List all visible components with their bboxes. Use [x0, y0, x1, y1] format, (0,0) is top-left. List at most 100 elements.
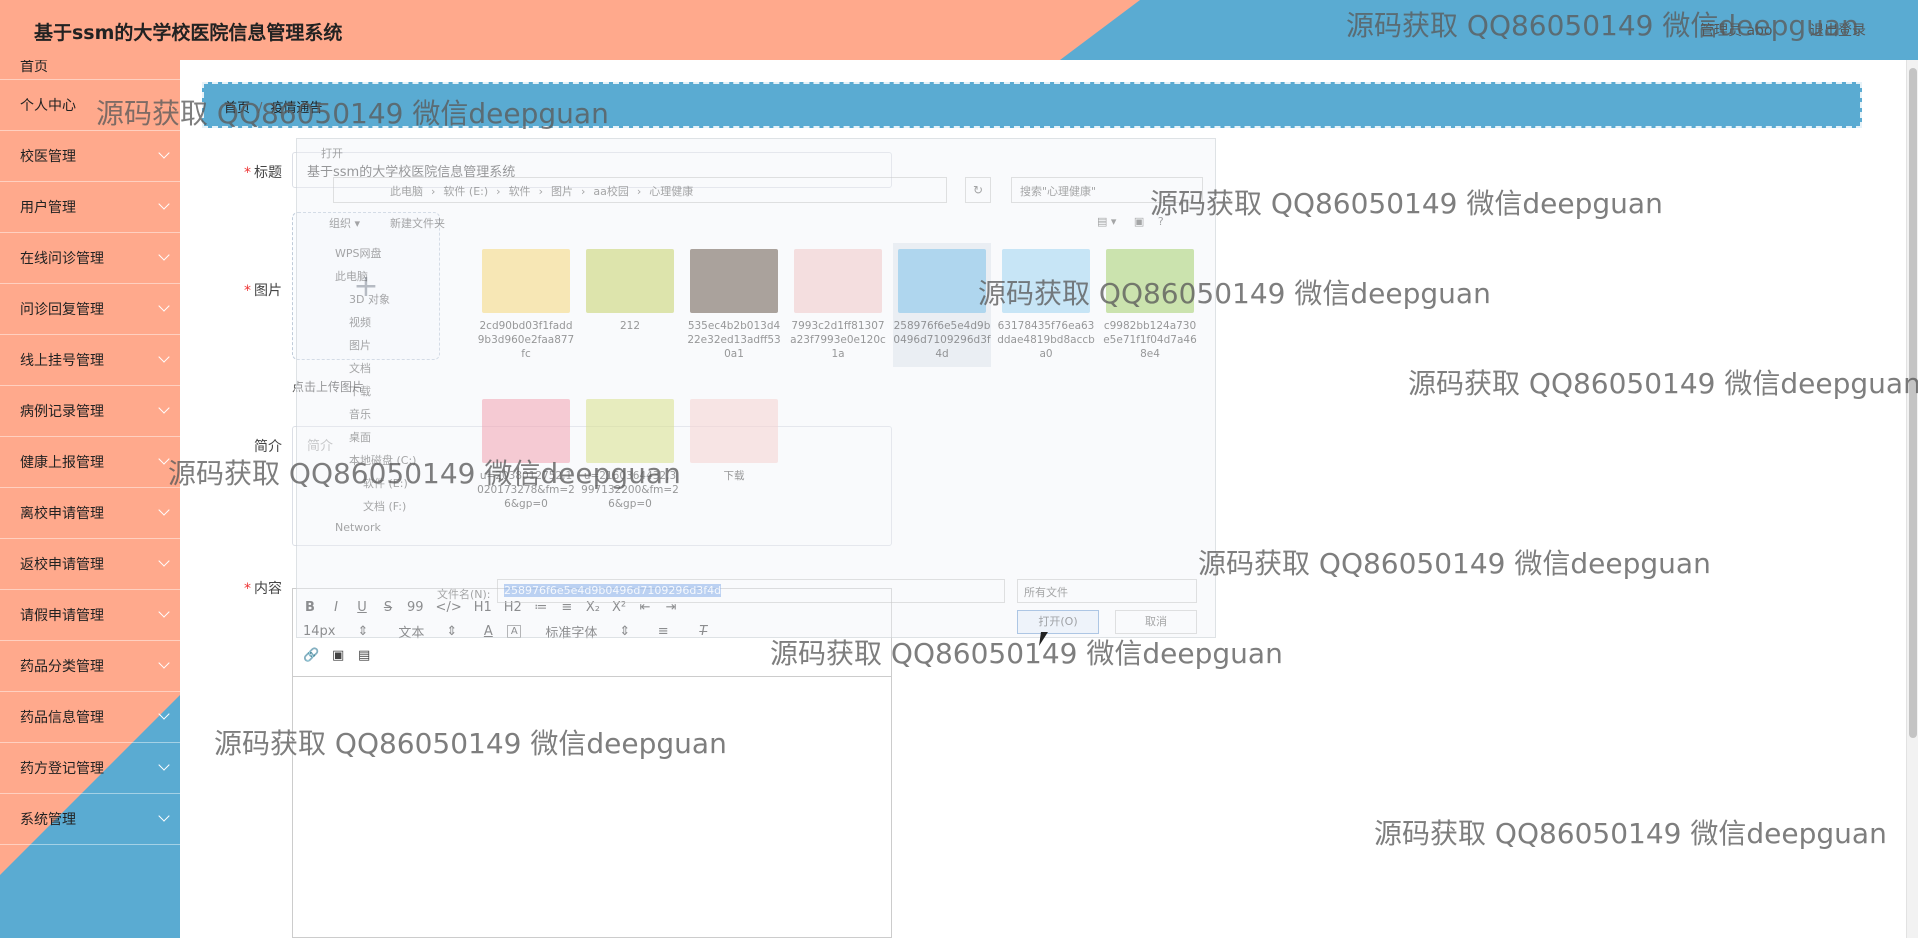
- path-segment[interactable]: 软件 (E:): [443, 185, 488, 198]
- sidebar-item[interactable]: 药品分类管理: [0, 641, 180, 692]
- sidebar-item[interactable]: 请假申请管理: [0, 590, 180, 641]
- breadcrumb-separator: /: [258, 101, 263, 116]
- logout-link[interactable]: 退出登录: [1810, 20, 1866, 40]
- nav-item[interactable]: Network: [317, 521, 457, 544]
- nav-item[interactable]: 图片: [317, 337, 457, 360]
- required-mark: *: [244, 283, 251, 299]
- file-item[interactable]: 535ec4b2b013d422e32ed13adff530a1: [685, 243, 783, 367]
- file-thumbnail: [586, 249, 674, 313]
- sidebar-item-label: 线上挂号管理: [20, 353, 104, 369]
- scrollbar-thumb[interactable]: [1909, 68, 1917, 738]
- open-button[interactable]: 打开(O): [1017, 610, 1099, 634]
- cancel-button[interactable]: 取消: [1115, 610, 1197, 634]
- new-folder-button[interactable]: 新建文件夹: [390, 217, 445, 230]
- nav-item[interactable]: 下载: [317, 383, 457, 406]
- sidebar-item-label: 返校申请管理: [20, 557, 104, 573]
- nav-item[interactable]: 音乐: [317, 406, 457, 429]
- nav-item[interactable]: 文档 (F:): [317, 498, 457, 521]
- nav-item[interactable]: 视频: [317, 314, 457, 337]
- chevron-down-icon: [158, 249, 170, 261]
- file-item[interactable]: 63178435f76ea63ddae4819bd8accba0: [997, 243, 1095, 367]
- nav-item[interactable]: 3D 对象: [317, 291, 457, 314]
- title-label-text: 标题: [254, 165, 282, 181]
- file-thumbnail: [794, 249, 882, 313]
- dialog-nav-pane: WPS网盘 此电脑 3D 对象 视频 图片 文档 下载 音乐 桌面 本地磁盘 (C:) 软件 (E:…: [317, 245, 457, 545]
- preview-pane-icon[interactable]: ▣: [1134, 215, 1144, 228]
- path-segment[interactable]: 此电脑: [390, 185, 423, 198]
- sidebar-item-label: 药品信息管理: [20, 710, 104, 726]
- sidebar-item-label: 校医管理: [20, 149, 76, 165]
- page-scrollbar[interactable]: [1906, 60, 1918, 938]
- sidebar-item[interactable]: 药方登记管理: [0, 743, 180, 794]
- title-label: * 标题: [202, 162, 282, 182]
- file-thumbnail: [482, 399, 570, 463]
- file-item[interactable]: 212: [581, 243, 679, 339]
- view-mode-icon[interactable]: ▤ ▾: [1097, 215, 1116, 228]
- sidebar-item[interactable]: 在线问诊管理: [0, 233, 180, 284]
- file-name: u=2038012752,1020173278&fm=26&gp=0: [477, 470, 575, 510]
- sidebar-item[interactable]: 系统管理: [0, 794, 180, 845]
- file-item[interactable]: u=2160364432,3997132200&fm=26&gp=0: [581, 393, 679, 517]
- sidebar-item[interactable]: 健康上报管理: [0, 437, 180, 488]
- file-item[interactable]: 258976f6e5e4d9b0496d7109296d3f4d: [893, 243, 991, 367]
- help-icon[interactable]: ?: [1158, 215, 1164, 228]
- filename-label: 文件名(N):: [437, 588, 491, 601]
- file-item[interactable]: 2cd90bd03f1fadd9b3d960e2faa877fc: [477, 243, 575, 367]
- file-name: 212: [619, 320, 641, 332]
- path-segment[interactable]: aa校园: [593, 185, 628, 198]
- sidebar-item[interactable]: 线上挂号管理: [0, 335, 180, 386]
- system-title: 基于ssm的大学校医院信息管理系统: [34, 22, 343, 44]
- sidebar-item[interactable]: 用户管理: [0, 182, 180, 233]
- address-bar[interactable]: 此电脑 › 软件 (E:) › 软件 › 图片 › aa校园 › 心理健康: [333, 177, 947, 203]
- organize-button[interactable]: 组织 ▾: [329, 217, 360, 230]
- file-thumbnail: [586, 399, 674, 463]
- chevron-down-icon: [158, 759, 170, 771]
- nav-item[interactable]: 本地磁盘 (C:): [317, 452, 457, 475]
- sidebar-item[interactable]: 个人中心: [0, 80, 180, 131]
- nav-item[interactable]: 此电脑: [317, 268, 457, 291]
- filetype-select[interactable]: 所有文件: [1017, 579, 1197, 603]
- file-item[interactable]: u=2038012752,1020173278&fm=26&gp=0: [477, 393, 575, 517]
- sidebar-item[interactable]: 首页: [0, 60, 180, 80]
- file-thumbnail: [690, 399, 778, 463]
- sidebar-item[interactable]: 病例记录管理: [0, 386, 180, 437]
- dialog-search-input[interactable]: 搜索"心理健康": [1011, 177, 1203, 203]
- file-thumbnail: [898, 249, 986, 313]
- file-thumbnail: [1106, 249, 1194, 313]
- chevron-down-icon: [158, 555, 170, 567]
- file-item[interactable]: c9982bb124a730e5e71f1f04d7a468e4: [1101, 243, 1199, 367]
- content-label-text: 内容: [254, 581, 282, 597]
- sidebar-item[interactable]: 离校申请管理: [0, 488, 180, 539]
- sidebar-item-label: 药品分类管理: [20, 659, 104, 675]
- chevron-down-icon: [158, 657, 170, 669]
- refresh-icon[interactable]: ↻: [965, 177, 991, 203]
- nav-item[interactable]: 软件 (E:): [317, 475, 457, 498]
- nav-item[interactable]: 文档: [317, 360, 457, 383]
- dialog-title: 打开: [321, 147, 343, 160]
- sidebar-item[interactable]: 校医管理: [0, 131, 180, 182]
- dialog-command-bar: 组织 ▾ 新建文件夹: [329, 215, 475, 231]
- sidebar-item[interactable]: 问诊回复管理: [0, 284, 180, 335]
- nav-item[interactable]: 桌面: [317, 429, 457, 452]
- file-item[interactable]: 7993c2d1ff81307a23f7993e0e120c1a: [789, 243, 887, 367]
- breadcrumb-home[interactable]: 首页: [224, 101, 250, 116]
- path-segment[interactable]: 软件: [509, 185, 531, 198]
- path-segment[interactable]: 心理健康: [649, 185, 693, 198]
- sidebar-item-label: 在线问诊管理: [20, 251, 104, 267]
- file-name: u=2160364432,3997132200&fm=26&gp=0: [581, 470, 679, 510]
- sidebar-item[interactable]: 返校申请管理: [0, 539, 180, 590]
- nav-item[interactable]: WPS网盘: [317, 245, 457, 268]
- video-icon[interactable]: ▤: [357, 648, 371, 663]
- content-label: * 内容: [202, 578, 282, 598]
- image-icon[interactable]: ▣: [331, 648, 345, 663]
- chevron-down-icon: [158, 453, 170, 465]
- path-segment[interactable]: 图片: [551, 185, 573, 198]
- filename-input[interactable]: 258976f6e5e4d9b0496d7109296d3f4d: [497, 579, 1005, 603]
- sidebar-item[interactable]: 药品信息管理: [0, 692, 180, 743]
- sidebar-menu: 首页 个人中心校医管理用户管理在线问诊管理问诊回复管理线上挂号管理病例记录管理 健康…: [0, 60, 180, 933]
- current-user: 管理员 abo: [1700, 23, 1773, 39]
- sidebar-item-label: 用户管理: [20, 200, 76, 216]
- link-icon[interactable]: 🔗: [303, 648, 319, 663]
- file-name: c9982bb124a730e5e71f1f04d7a468e4: [1103, 320, 1197, 360]
- file-item[interactable]: 下载: [685, 393, 783, 489]
